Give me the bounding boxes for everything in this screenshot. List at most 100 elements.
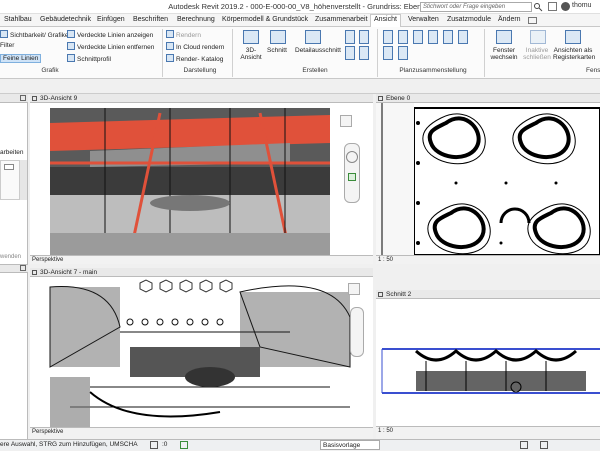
view1-canvas[interactable] bbox=[30, 103, 373, 255]
render-button[interactable]: Rendern bbox=[166, 30, 201, 39]
view1-header[interactable]: 3D-Ansicht 9 bbox=[30, 94, 373, 103]
view-reference-icon[interactable] bbox=[383, 46, 393, 60]
tab-ansicht[interactable]: Ansicht bbox=[370, 14, 401, 27]
matchline-icon[interactable] bbox=[458, 30, 468, 44]
callout-button[interactable]: Detailausschnitt bbox=[295, 47, 341, 54]
view2-header[interactable]: Ebene 0 bbox=[376, 94, 600, 103]
switch-windows-icon[interactable] bbox=[496, 30, 512, 44]
navigation-bar[interactable] bbox=[350, 307, 364, 357]
cut-profile-button[interactable]: Schnittprofil bbox=[67, 54, 111, 63]
callout-icon[interactable] bbox=[305, 30, 321, 44]
visibility-graphics-button[interactable]: Sichtbarkeit/ Grafiken bbox=[0, 30, 72, 39]
tab-zusammenarbeit[interactable]: Zusammenarbeit bbox=[315, 16, 368, 23]
3d-view-icon[interactable] bbox=[243, 30, 259, 44]
worksharing-icon[interactable] bbox=[150, 441, 158, 449]
view3-header[interactable]: 3D-Ansicht 7 - main bbox=[30, 268, 373, 277]
property-field[interactable] bbox=[4, 164, 14, 170]
tab-koerpermodell[interactable]: Körpermodell & Grundstück bbox=[222, 16, 308, 23]
user-name[interactable]: thomu bbox=[572, 2, 591, 9]
guide-grid-icon[interactable] bbox=[428, 30, 438, 44]
close-icon[interactable] bbox=[20, 95, 26, 101]
section-button[interactable]: Schnitt bbox=[267, 47, 287, 54]
view2-canvas[interactable] bbox=[376, 103, 600, 255]
favorites-icon[interactable] bbox=[548, 2, 557, 11]
view4-title: Schnitt 2 bbox=[386, 291, 412, 298]
model-icon[interactable] bbox=[180, 441, 188, 449]
ribbon-separator bbox=[484, 29, 485, 77]
view1-scale[interactable]: Perspektive bbox=[32, 257, 63, 263]
viewcube-icon[interactable] bbox=[348, 283, 360, 295]
cloud-render-button[interactable]: In Cloud rendern bbox=[166, 42, 224, 51]
view-icon bbox=[32, 96, 37, 101]
revisions-icon[interactable] bbox=[443, 30, 453, 44]
tab-aendern[interactable]: Ändern bbox=[498, 16, 521, 23]
tab-stahlbau[interactable]: Stahlbau bbox=[4, 16, 32, 23]
drafting-view-icon[interactable] bbox=[345, 30, 355, 44]
view2-title: Ebene 0 bbox=[386, 95, 411, 102]
remove-hidden-lines-button[interactable]: Verdeckte Linien entfernen bbox=[67, 42, 154, 51]
view3-canvas[interactable] bbox=[30, 277, 373, 427]
viewport-icon[interactable] bbox=[398, 46, 408, 60]
tab-einfuegen[interactable]: Einfügen bbox=[97, 16, 125, 23]
design-option-dropdown[interactable]: Basisvorlage bbox=[320, 440, 380, 450]
panel-scrollbar[interactable] bbox=[20, 160, 27, 200]
placeholder-sheet-icon[interactable] bbox=[398, 30, 408, 44]
sheet-icon[interactable] bbox=[383, 30, 393, 44]
tabbed-views-button[interactable]: Ansichten als Registerkarten bbox=[553, 47, 595, 61]
visibility-icon bbox=[0, 30, 8, 38]
tab-berechnung[interactable]: Berechnung bbox=[177, 16, 215, 23]
schedules-icon[interactable] bbox=[359, 46, 369, 60]
close-inactive-button[interactable]: Inaktive schließen bbox=[521, 47, 553, 61]
title-bar: Autodesk Revit 2019.2 - 000-E-000-00_V8_… bbox=[0, 0, 600, 14]
group-label-planzusammenstellung: Planzusammenstellung bbox=[399, 67, 467, 74]
view3-scale[interactable]: Perspektive bbox=[32, 429, 63, 435]
cut-profile-icon bbox=[67, 54, 75, 62]
search-icon[interactable] bbox=[533, 2, 543, 12]
apply-button[interactable]: wenden bbox=[0, 254, 21, 260]
thin-lines-button[interactable]: Feine Linien bbox=[0, 54, 42, 63]
zoom-icon[interactable] bbox=[348, 173, 356, 181]
section-icon[interactable] bbox=[270, 30, 286, 44]
group-label-darstellung: Darstellung bbox=[183, 67, 217, 74]
show-hidden-lines-button[interactable]: Verdeckte Linien anzeigen bbox=[67, 30, 153, 39]
edit-type-label[interactable]: arbeiten bbox=[0, 149, 24, 156]
ribbon-separator bbox=[377, 29, 378, 77]
hidden-lines-icon bbox=[67, 30, 75, 38]
ribbon-toggle-icon[interactable] bbox=[528, 17, 537, 24]
view3-control-bar: Perspektive bbox=[30, 427, 373, 439]
switch-windows-button[interactable]: Fenster wechseln bbox=[488, 47, 520, 61]
tab-gebaeudetechnik[interactable]: Gebäudetechnik bbox=[40, 16, 91, 23]
duplicate-view-icon[interactable] bbox=[345, 46, 355, 60]
view-icon bbox=[378, 292, 383, 297]
view2-scale[interactable]: 1 : 50 bbox=[378, 257, 393, 263]
view2-control-bar: 1 : 50 bbox=[376, 255, 600, 264]
ribbon-separator bbox=[232, 29, 233, 77]
view1-title: 3D-Ansicht 9 bbox=[40, 95, 78, 102]
search-input[interactable]: Stichwort oder Frage eingeben bbox=[420, 2, 532, 12]
status-counter: :0 bbox=[162, 441, 168, 448]
selection-filter-icon[interactable] bbox=[520, 441, 528, 449]
group-label-grafik: Grafik bbox=[41, 67, 59, 74]
tabbed-views-icon[interactable] bbox=[565, 30, 581, 44]
tab-verwalten[interactable]: Verwalten bbox=[408, 16, 439, 23]
ribbon-separator bbox=[162, 29, 163, 77]
view4-header[interactable]: Schnitt 2 bbox=[376, 290, 600, 299]
tab-zusatzmodule[interactable]: Zusatzmodule bbox=[447, 16, 491, 23]
status-hint: ere Auswahl, STRG zum Hinzufügen, UMSCHA bbox=[0, 441, 138, 448]
title-block-icon[interactable] bbox=[413, 30, 423, 44]
tab-beschriften[interactable]: Beschriften bbox=[133, 16, 168, 23]
view1-control-bar: Perspektive bbox=[30, 255, 373, 264]
status-bar: ere Auswahl, STRG zum Hinzufügen, UMSCHA… bbox=[0, 439, 600, 450]
3d-view-button[interactable]: 3D- Ansicht bbox=[237, 47, 265, 61]
legends-icon[interactable] bbox=[359, 30, 369, 44]
view4-scale[interactable]: 1 : 50 bbox=[378, 428, 393, 434]
render-gallery-button[interactable]: Render- Katalog bbox=[166, 54, 223, 63]
viewcube-icon[interactable] bbox=[340, 115, 352, 127]
view4-canvas[interactable] bbox=[376, 299, 600, 426]
user-icon[interactable] bbox=[561, 2, 570, 11]
steering-wheel-icon[interactable] bbox=[346, 151, 358, 163]
close-icon[interactable] bbox=[20, 265, 26, 271]
filter-button[interactable]: Filter bbox=[0, 42, 14, 49]
filter-icon[interactable] bbox=[540, 441, 548, 449]
close-inactive-icon[interactable] bbox=[530, 30, 546, 44]
